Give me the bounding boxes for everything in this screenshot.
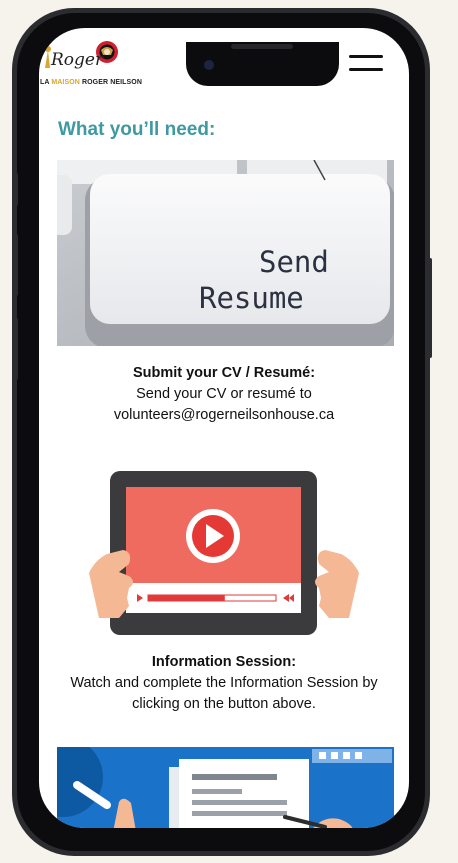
information-session-image[interactable]: [89, 468, 359, 638]
logo-prefix: LA: [40, 79, 52, 86]
document-illustration-image: [57, 747, 394, 828]
send-key-label-line2: Resume: [199, 281, 304, 315]
cv-step-caption: Submit your CV / Resumé: Send your CV or…: [49, 363, 399, 426]
info-session-caption: Information Session: Watch and complete …: [49, 652, 399, 715]
volume-up-button: [14, 234, 18, 296]
logo-script-text: Roger: [51, 50, 104, 70]
hamburger-icon[interactable]: [349, 55, 383, 75]
info-session-title: Information Session:: [151, 654, 297, 670]
play-icon[interactable]: [186, 509, 240, 563]
volume-down-button: [14, 318, 18, 380]
mute-switch: [14, 173, 18, 206]
speaker: [231, 44, 293, 49]
phone-screen: Roger LA MAISON ROGER NEILSON What you’l…: [39, 28, 409, 828]
cv-step-title: Submit your CV / Resumé:: [132, 365, 316, 381]
site-logo[interactable]: Roger LA MAISON ROGER NEILSON: [39, 38, 142, 90]
logo-suffix: ROGER NEILSON: [79, 79, 143, 86]
cv-step-body: Send your CV or resumé to volunteers@rog…: [113, 386, 335, 423]
video-progress-bar: [148, 595, 225, 601]
power-button: [428, 258, 432, 358]
page-content: Roger LA MAISON ROGER NEILSON What you’l…: [39, 28, 409, 828]
info-session-body: Watch and complete the Information Sessi…: [70, 675, 378, 712]
logo-wordmark: LA MAISON ROGER NEILSON: [40, 79, 142, 86]
notch: [186, 42, 339, 86]
logo-highlight: MAISON: [51, 79, 80, 86]
section-title: What you’ll need:: [58, 119, 216, 140]
front-camera: [204, 60, 214, 70]
send-key-label-line1: Send: [259, 245, 329, 279]
send-resume-image: Send Resume: [57, 160, 394, 346]
